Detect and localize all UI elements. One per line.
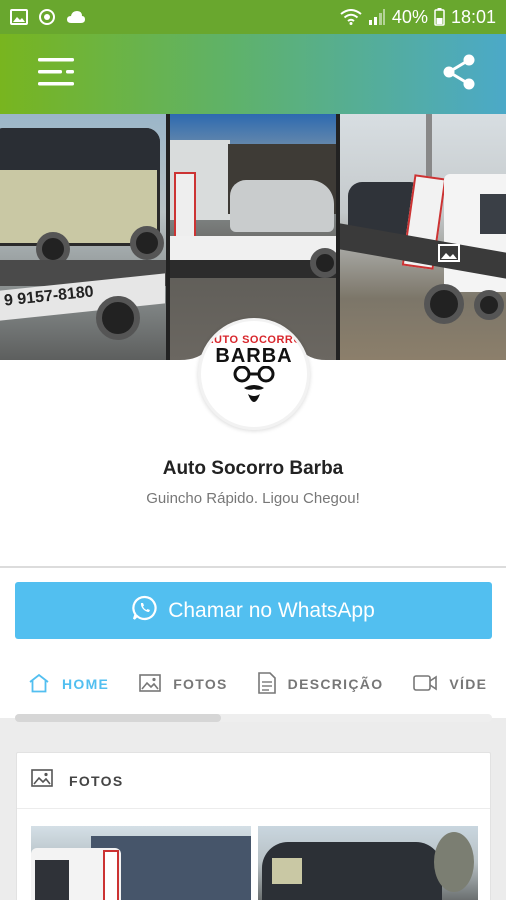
tab-descricao-label: DESCRIÇÃO <box>287 676 384 692</box>
clock: 18:01 <box>450 6 496 27</box>
wifi-icon <box>340 9 362 25</box>
signal-icon <box>368 9 386 25</box>
profile-name: Auto Socorro Barba <box>162 458 344 479</box>
photos-card-header: FOTOS <box>17 753 490 809</box>
video-icon <box>413 674 438 694</box>
image-icon <box>31 769 53 792</box>
whatsapp-button[interactable]: Chamar no WhatsApp <box>15 582 492 639</box>
tab-fotos-label: FOTOS <box>173 676 228 692</box>
image-icon <box>10 9 28 25</box>
battery-icon <box>434 8 445 26</box>
tab-home[interactable]: HOME <box>28 673 109 696</box>
home-icon <box>28 673 50 696</box>
battery-percent: 40% <box>391 6 428 27</box>
image-icon <box>139 673 162 695</box>
business-logo: AUTO SOCORRO BARBA <box>198 318 310 430</box>
tab-descricao[interactable]: DESCRIÇÃO <box>257 671 384 697</box>
photos-card: FOTOS <box>16 752 491 900</box>
tabs-scrollbar-thumb[interactable] <box>15 714 221 722</box>
glasses-beard-icon <box>233 366 275 402</box>
photo-thumbnail[interactable] <box>31 826 251 900</box>
cloud-icon <box>66 10 86 24</box>
status-bar: 40% 18:01 <box>0 0 506 34</box>
tab-videos[interactable]: VÍDE <box>413 674 488 694</box>
app-bar <box>0 34 506 114</box>
profile-tagline: Guincho Rápido. Ligou Chegou! <box>146 490 360 507</box>
tab-videos-label: VÍDE <box>449 676 488 692</box>
tab-fotos[interactable]: FOTOS <box>139 673 228 695</box>
photo-thumbnail[interactable] <box>258 826 478 900</box>
tabs-scrollbar[interactable] <box>15 714 492 722</box>
photos-card-title: FOTOS <box>69 772 124 789</box>
logo-main-text: BARBA <box>215 345 293 367</box>
section-tabs: HOME FOTOS DESCRIÇÃO VÍDE <box>0 660 506 708</box>
document-icon <box>257 671 276 697</box>
share-icon[interactable] <box>442 54 476 95</box>
gallery-icon <box>438 244 460 267</box>
sync-icon <box>38 8 56 26</box>
whatsapp-icon <box>132 595 158 627</box>
menu-icon[interactable] <box>38 56 76 93</box>
tab-home-label: HOME <box>62 676 110 692</box>
whatsapp-button-label: Chamar no WhatsApp <box>168 598 375 622</box>
